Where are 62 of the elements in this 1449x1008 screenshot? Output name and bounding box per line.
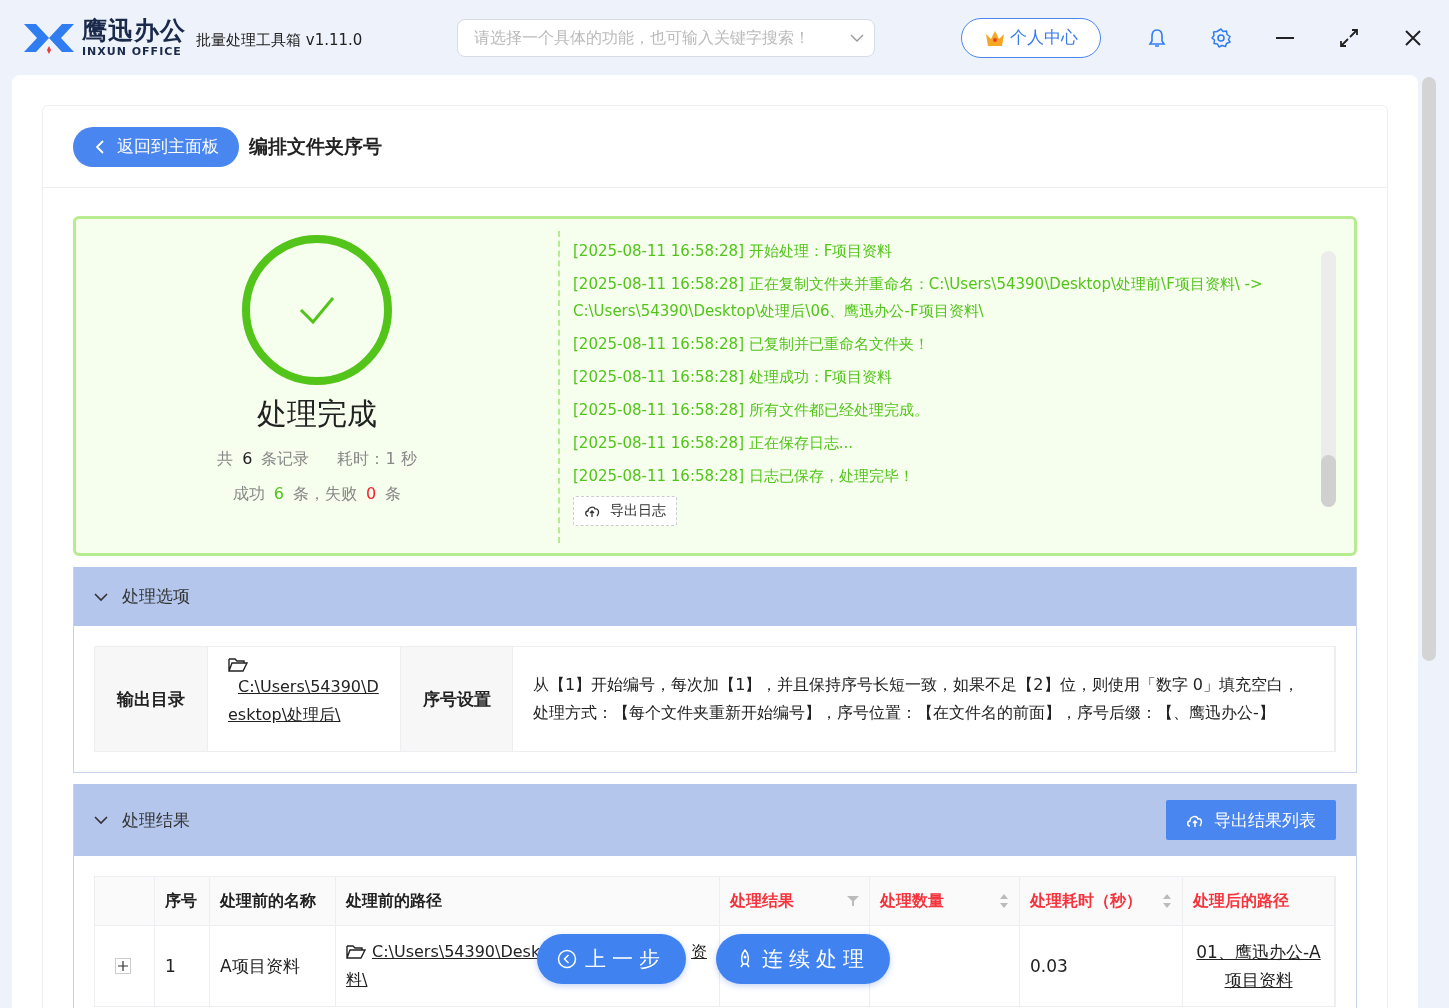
summary-text: 条: [385, 484, 402, 505]
scrollbar-thumb[interactable]: [1422, 77, 1436, 661]
back-button[interactable]: 返回到主面板: [73, 126, 239, 167]
summary-count: 0: [366, 484, 377, 505]
expand-row-button[interactable]: [115, 958, 131, 974]
summary-text: 成功: [232, 484, 265, 505]
summary-count: 6: [273, 484, 284, 505]
status-title: 处理完成: [257, 395, 377, 433]
source-path-link[interactable]: 料\: [346, 966, 368, 994]
continue-button[interactable]: 连续处理: [716, 934, 890, 984]
summary-text: 耗时：1 秒: [337, 449, 417, 470]
chevron-left-circle-icon: [557, 949, 577, 969]
section-title: 处理结果: [122, 808, 190, 832]
option-value: 从【1】开始编号，每次加【1】，并且保持序号长短一致，如果不足【2】位，则使用「数字 0」填充空白，处理方式：【每个文件夹重新开始编号】，序号位置：【在文件名的前面】，序号后缀：【、鹰迅办公-】: [512, 647, 1335, 751]
sort-icon[interactable]: [999, 893, 1009, 909]
export-results-button[interactable]: 导出结果列表: [1166, 800, 1336, 840]
table-cell: A项目资料: [210, 926, 336, 1006]
table-cell: 0.03: [1020, 926, 1183, 1006]
plus-icon: [118, 961, 128, 971]
page-title: 编排文件夹序号: [249, 133, 382, 159]
minimize-icon: [1276, 35, 1294, 40]
section-title: 处理选项: [122, 585, 190, 608]
log-scrollbar[interactable]: [1321, 251, 1336, 507]
log-line: [2025-08-11 16:58:28] 正在保存日志...: [573, 433, 855, 454]
summary-text: 共: [217, 449, 234, 470]
result-path-link[interactable]: 01、鹰迅办公-A项目资料: [1183, 926, 1335, 1006]
log-line: [2025-08-11 16:58:28] 正在复制文件夹并重命名：C:\Users\54390\Desktop\处理前\F项目资料\ -> C:\Users\54390\Desktop\处理后\06、鹰迅办公-F项目资料\: [573, 274, 1264, 322]
summary-text: 条，失败: [293, 484, 357, 505]
column-header[interactable]: 处理数量: [880, 890, 944, 912]
log-line: [2025-08-11 16:58:28] 处理成功：F项目资料: [573, 367, 894, 388]
app-title: 批量处理工具箱 v1.11.0: [196, 31, 363, 50]
source-path-link[interactable]: 资: [691, 938, 707, 966]
filter-icon[interactable]: [847, 895, 859, 907]
output-path-link[interactable]: C:\Users\54390\Desktop\处理后\: [228, 673, 380, 729]
logo-subtitle: INXUN OFFICE: [82, 46, 183, 57]
log-line: [2025-08-11 16:58:28] 开始处理：F项目资料: [573, 241, 894, 262]
column-header[interactable]: 处理前的路径: [346, 890, 442, 912]
logo-text: 鹰迅办公: [82, 18, 186, 43]
summary-text: 条记录: [261, 449, 310, 470]
log-line: [2025-08-11 16:58:28] 日志已保存，处理完毕！: [573, 466, 915, 487]
chevron-down-icon: [850, 32, 864, 43]
log-line: [2025-08-11 16:58:28] 所有文件都已经处理完成。: [573, 400, 930, 421]
close-icon: [1404, 28, 1422, 47]
sort-icon[interactable]: [1162, 893, 1172, 909]
chevron-left-icon: [95, 138, 105, 155]
settings-icon: [1211, 27, 1231, 48]
expand-arrows-icon: [1340, 28, 1358, 47]
log-line: [2025-08-11 16:58:28] 已复制并已重命名文件夹！: [573, 334, 930, 355]
column-header[interactable]: 处理结果: [730, 890, 794, 912]
option-label: 输出目录: [95, 647, 207, 751]
folder-icon: [228, 657, 248, 673]
bell-icon: [1148, 27, 1166, 48]
summary-count: 6: [242, 449, 253, 470]
section-header[interactable]: 处理结果 导出结果列表: [74, 784, 1356, 856]
user-center-button[interactable]: 个人中心: [961, 17, 1101, 58]
option-label: 序号设置: [401, 647, 512, 751]
section-header[interactable]: 处理选项: [74, 567, 1356, 626]
folder-icon: [346, 944, 366, 960]
cloud-upload-icon: [584, 504, 600, 518]
table-cell: 1: [155, 926, 210, 1006]
success-check-icon: [241, 234, 393, 386]
export-log-button[interactable]: 导出日志: [573, 496, 677, 526]
